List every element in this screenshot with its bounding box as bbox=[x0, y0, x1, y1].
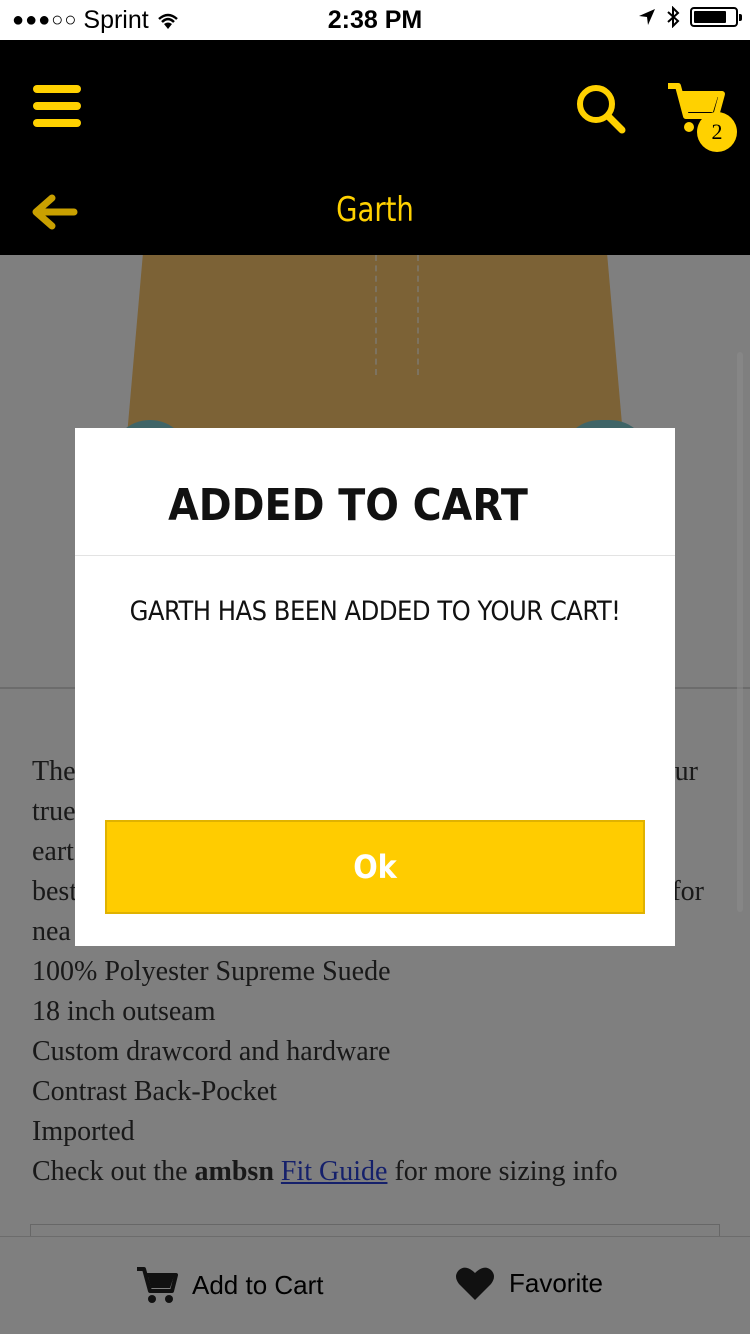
bluetooth-icon bbox=[667, 6, 680, 28]
search-icon[interactable] bbox=[574, 82, 626, 134]
app-header: 2 Garth bbox=[0, 40, 750, 255]
cart-count-badge[interactable]: 2 bbox=[697, 112, 737, 152]
added-to-cart-dialog: ADDED TO CART GARTH HAS BEEN ADDED TO YO… bbox=[75, 428, 675, 946]
dialog-title: ADDED TO CART bbox=[168, 480, 528, 531]
dialog-divider bbox=[75, 555, 675, 556]
status-icons bbox=[638, 6, 742, 28]
ok-button[interactable]: Ok bbox=[105, 820, 645, 914]
location-arrow-icon bbox=[639, 9, 655, 25]
menu-icon[interactable] bbox=[33, 85, 81, 127]
scrollbar[interactable] bbox=[737, 352, 743, 912]
dialog-message: GARTH HAS BEEN ADDED TO YOUR CART! bbox=[129, 596, 621, 627]
status-bar: ●●●○○ Sprint 2:38 PM bbox=[0, 0, 750, 40]
battery-icon bbox=[690, 7, 742, 27]
page-title: Garth bbox=[336, 190, 414, 230]
